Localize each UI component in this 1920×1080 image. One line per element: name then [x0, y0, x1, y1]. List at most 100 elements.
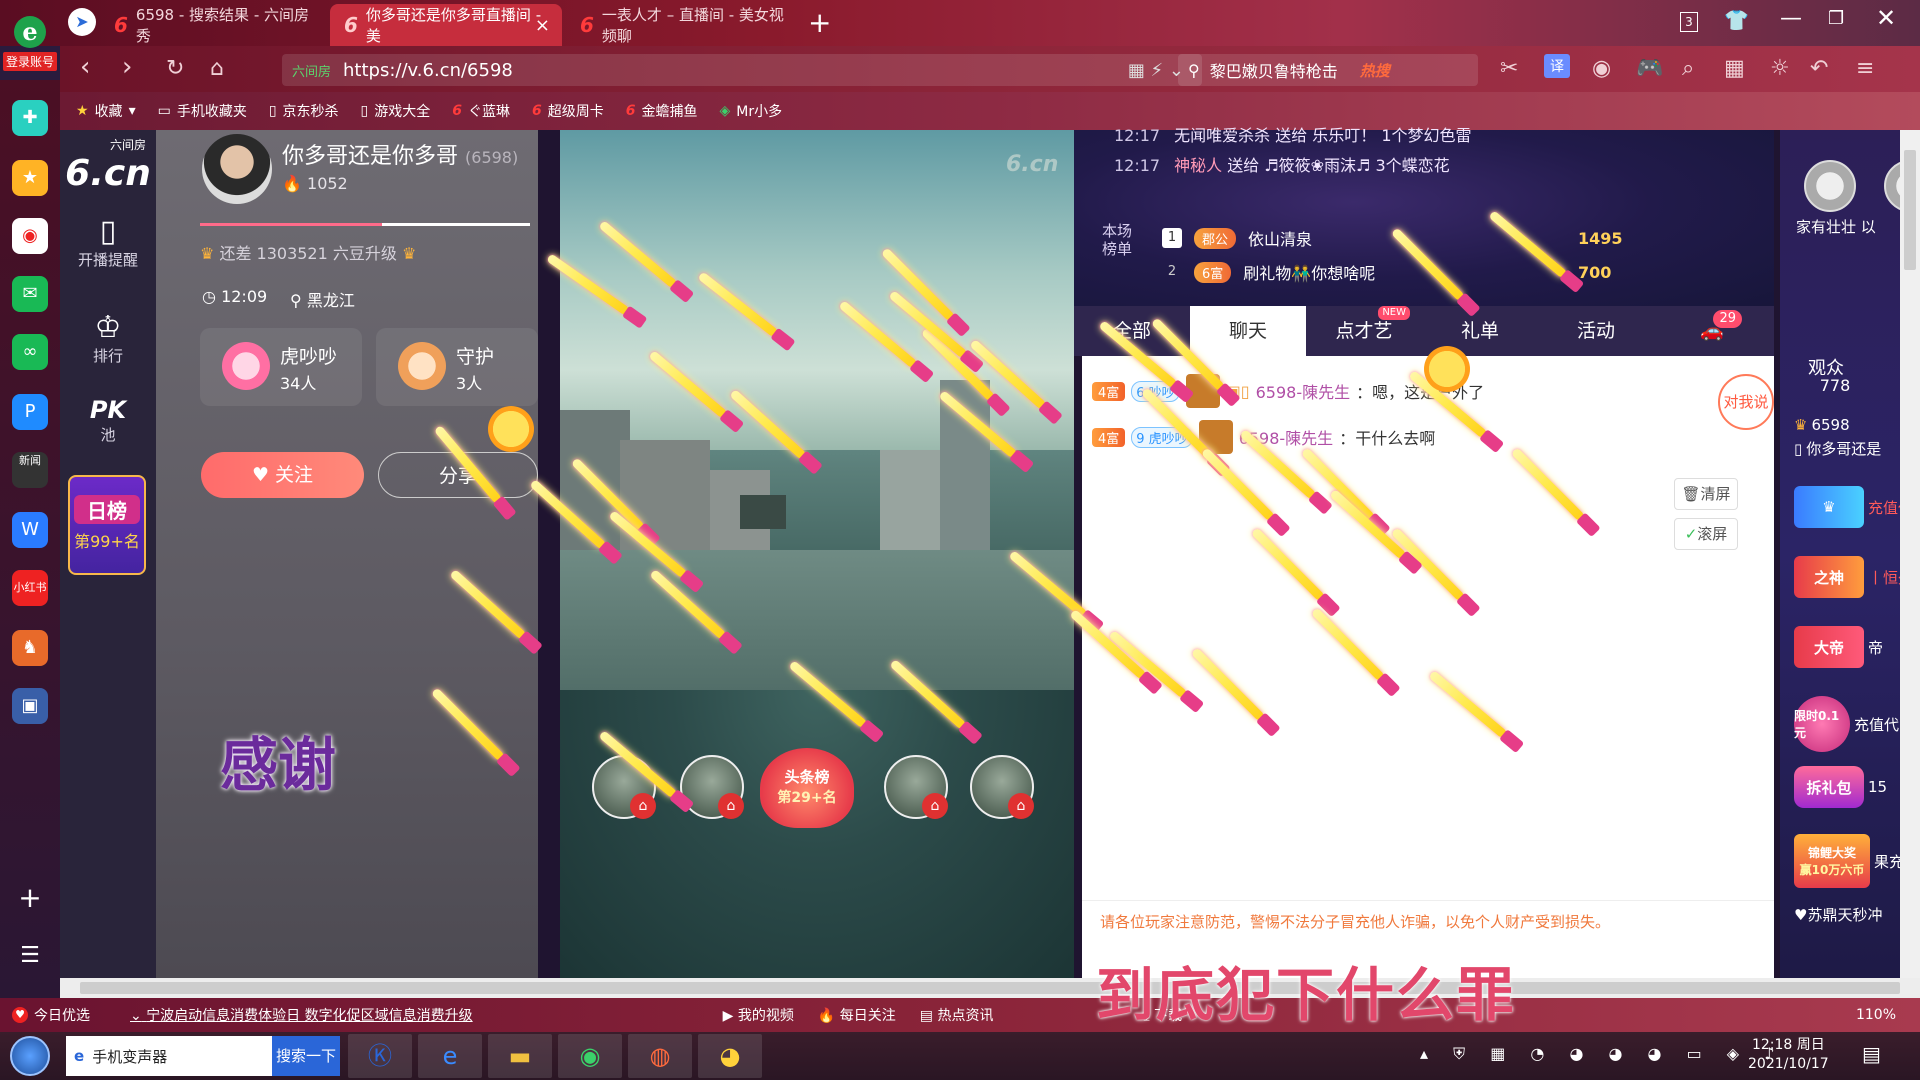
- ie-icon[interactable]: e: [418, 1034, 482, 1078]
- game-icon[interactable]: 🎮: [1636, 56, 1663, 81]
- bookmark-item[interactable]: 6 超级周卡: [532, 101, 604, 121]
- vertical-scrollbar[interactable]: [1900, 130, 1920, 978]
- search-box[interactable]: ⚲ 黎巴嫩贝鲁特枪击 热搜: [1178, 54, 1478, 86]
- audience-row[interactable]: 之神 丨恒久: [1794, 556, 1913, 598]
- news-link[interactable]: ⌄ 宁波启动信息消费体验日 数字化促区域信息消费升级: [130, 1005, 473, 1025]
- redbook-icon[interactable]: 小红书: [12, 570, 48, 606]
- audience-row[interactable]: ♥苏鼎天秒冲: [1794, 904, 1882, 925]
- tab-search-results[interactable]: 6 6598 - 搜索结果 - 六间房秀: [100, 4, 326, 46]
- plugin-icon[interactable]: ✚: [12, 100, 48, 136]
- live-video[interactable]: 6.cn: [560, 130, 1074, 978]
- chat-nick[interactable]: 6598-陳先生: [1256, 379, 1351, 403]
- fan-avatar[interactable]: ⌂: [970, 755, 1034, 819]
- audience-row[interactable]: 锦鲤大奖 赢10万六币 果充: [1794, 834, 1904, 888]
- promo-limited-badge[interactable]: 限时0.1元: [1794, 696, 1850, 752]
- brightness-icon[interactable]: ☼: [1770, 56, 1790, 81]
- link-icon[interactable]: ∞: [12, 334, 48, 370]
- audience-row[interactable]: ▯ 你多哥还是: [1794, 438, 1881, 459]
- bookmark-item[interactable]: 6 金蟾捕鱼: [626, 101, 698, 121]
- cut-icon[interactable]: ✂: [1500, 56, 1518, 81]
- home-icon[interactable]: ⌂: [210, 56, 224, 81]
- tab-activity[interactable]: 活动: [1538, 306, 1654, 356]
- address-bar[interactable]: 六间房 https://v.6.cn/6598 ▦ ⚡ ⌄: [282, 54, 1202, 86]
- fan-avatar[interactable]: ⌂: [680, 755, 744, 819]
- pk-button[interactable]: PK 池: [60, 396, 156, 445]
- audience-row[interactable]: 限时0.1元 充值代: [1794, 696, 1899, 752]
- today-pick[interactable]: ♥ 今日优选: [12, 1005, 90, 1025]
- taskbar-search-input[interactable]: e 手机变声器: [66, 1036, 272, 1076]
- scroll-thumb[interactable]: [80, 982, 1900, 994]
- add-icon[interactable]: +: [12, 880, 48, 916]
- favorites-icon[interactable]: ★: [12, 160, 48, 196]
- rank-button[interactable]: ♔ 排行: [60, 310, 156, 366]
- audience-row[interactable]: ♛ 6598: [1794, 416, 1850, 434]
- mail-icon[interactable]: ✉: [12, 276, 48, 312]
- tab-talent[interactable]: 点才艺 NEW: [1306, 306, 1422, 356]
- undo-icon[interactable]: ↶: [1810, 56, 1828, 81]
- fan-club-card[interactable]: 虎吵吵 34人: [200, 328, 362, 406]
- bookmark-item[interactable]: ▭ 手机收藏夹: [158, 101, 247, 121]
- user-avatar[interactable]: [1804, 160, 1856, 212]
- rank-board-label[interactable]: 本场榜单: [1102, 222, 1142, 258]
- host-avatar[interactable]: [202, 134, 272, 204]
- bookmark-item[interactable]: ▯ 京东秒杀: [269, 101, 339, 121]
- list-icon[interactable]: ☰: [12, 938, 48, 974]
- browser-logo[interactable]: e 登录账号: [0, 0, 60, 80]
- bookmark-item[interactable]: ◈ Mr小多: [720, 101, 783, 121]
- word-icon[interactable]: W: [12, 512, 48, 548]
- forward-icon[interactable]: ›: [122, 52, 132, 82]
- chrome-icon[interactable]: ◍: [628, 1034, 692, 1078]
- login-button[interactable]: 登录账号: [2, 52, 57, 71]
- zoom-level[interactable]: 110%: [1856, 1007, 1896, 1023]
- bookmark-item[interactable]: ▯ 游戏大全: [361, 101, 431, 121]
- skin-icon[interactable]: 👕: [1724, 8, 1749, 32]
- weibo-icon[interactable]: ◉: [12, 218, 48, 254]
- lucky-prize-badge[interactable]: 锦鲤大奖 赢10万六币: [1794, 834, 1870, 888]
- tab-gift-list[interactable]: 礼单: [1422, 306, 1538, 356]
- k-app-icon[interactable]: Ⓚ: [348, 1034, 412, 1078]
- restore-button[interactable]: ❐: [1828, 8, 1844, 29]
- site-logo[interactable]: 六间房 6.cn: [60, 136, 156, 194]
- top-rank-badge[interactable]: 头条榜 第29+名: [760, 748, 854, 828]
- gift-pack-button[interactable]: 拆礼包: [1794, 766, 1864, 808]
- fan-avatar[interactable]: ⌂: [592, 755, 656, 819]
- refresh-icon[interactable]: ↻: [166, 56, 184, 81]
- day-rank-badge[interactable]: 日榜 第99+名: [68, 475, 146, 575]
- scroll-screen-button[interactable]: ✓滚屏: [1674, 518, 1738, 550]
- daily-follow-link[interactable]: 🔥 每日关注: [818, 1005, 896, 1025]
- magnifier-icon[interactable]: ⌕: [1682, 56, 1694, 81]
- guard-card[interactable]: 守护 3人: [376, 328, 538, 406]
- clear-screen-button[interactable]: 🗑清屏: [1674, 478, 1738, 510]
- tray-icons[interactable]: ▴ ⛨ ▦ ◔ ◕ ◕ ◕ ▭ ◈ ♪: [1420, 1044, 1784, 1064]
- audience-row[interactable]: 拆礼包 15: [1794, 766, 1887, 808]
- live-remind-button[interactable]: ▯ 开播提醒: [60, 214, 156, 270]
- folder-icon[interactable]: ▬: [488, 1034, 552, 1078]
- send-icon[interactable]: ➤: [68, 8, 96, 36]
- wallet-icon[interactable]: ◉: [1592, 56, 1611, 81]
- audience-row[interactable]: 大帝帝: [1794, 626, 1883, 668]
- start-button[interactable]: [10, 1036, 50, 1076]
- tab-other-room[interactable]: 6 一表人才 – 直播间 - 美女视频聊: [566, 4, 798, 46]
- game-app-icon[interactable]: ♞: [12, 630, 48, 666]
- system-clock[interactable]: 12:18 周日 2021/10/17: [1748, 1036, 1829, 1074]
- tab-cart[interactable]: 🚗 29: [1654, 306, 1770, 356]
- browser-app-icon[interactable]: ◉: [558, 1034, 622, 1078]
- my-video-link[interactable]: ▶ 我的视频: [723, 1005, 794, 1025]
- tab-all[interactable]: 全部: [1074, 306, 1190, 356]
- translate-button[interactable]: 译: [1544, 54, 1570, 78]
- audience-row[interactable]: ♛ 充值代: [1794, 486, 1913, 528]
- p-icon[interactable]: P: [12, 394, 48, 430]
- news-icon[interactable]: 新闻: [12, 452, 48, 488]
- rank-row[interactable]: 2 6富 刷礼物👬你想啥呢 700: [1162, 260, 1611, 284]
- hot-news-link[interactable]: ▤ 热点资讯: [920, 1005, 994, 1025]
- share-button[interactable]: 分享: [378, 452, 538, 498]
- horizontal-scrollbar[interactable]: [60, 978, 1920, 998]
- talk-to-me-button[interactable]: 对我说: [1718, 374, 1774, 430]
- close-tab-icon[interactable]: ×: [535, 15, 550, 36]
- notification-icon[interactable]: ▤: [1862, 1042, 1881, 1066]
- bookmark-favorites[interactable]: ★ 收藏 ▾: [76, 101, 136, 121]
- follow-button[interactable]: ♥ 关注: [201, 452, 364, 498]
- tab-chat[interactable]: 聊天: [1190, 306, 1306, 356]
- grid-icon[interactable]: ▦: [1724, 56, 1745, 81]
- menu-icon[interactable]: ≡: [1856, 56, 1874, 81]
